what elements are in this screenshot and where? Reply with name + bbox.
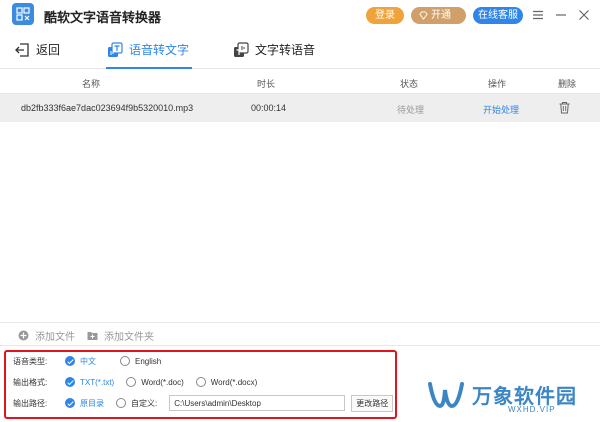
column-name: 名称 — [82, 79, 101, 89]
plus-circle-icon — [18, 330, 29, 341]
tab-text-to-speech[interactable]: 文字转语音 — [233, 30, 315, 69]
format-label: 输出格式: — [13, 377, 48, 387]
table-header: 名称 时长 状态 操作 删除 — [0, 70, 600, 94]
path-label: 输出路径: — [13, 398, 48, 408]
back-label: 返回 — [36, 43, 61, 57]
tab-speech-to-text[interactable]: 语音转文字 — [107, 30, 189, 69]
radio-checked-icon — [65, 398, 75, 408]
column-delete: 删除 — [558, 79, 577, 89]
tab-text-to-speech-label: 文字转语音 — [255, 43, 316, 57]
close-icon[interactable] — [577, 8, 591, 22]
app-logo-icon — [12, 3, 34, 25]
radio-original-dir[interactable]: 原目录 — [65, 398, 104, 409]
online-service-button[interactable]: 在线客服 — [473, 7, 523, 24]
file-status: 待处理 — [397, 105, 425, 115]
radio-unchecked-icon — [195, 377, 206, 387]
radio-doc[interactable]: Word(*.doc) — [126, 377, 184, 387]
file-name: db2fb333f6ae7dac023694f9b5320010.mp3 — [21, 103, 194, 113]
tab-bar: 返回 语音转文字 文字转语音 — [0, 30, 600, 69]
radio-txt[interactable]: TXT(*.txt) — [65, 377, 114, 387]
back-button[interactable]: 返回 — [14, 30, 60, 69]
radio-docx[interactable]: Word(*.docx) — [195, 377, 257, 387]
language-label: 语音类型: — [13, 356, 48, 366]
radio-english[interactable]: English — [120, 356, 161, 366]
trash-icon[interactable] — [558, 101, 571, 114]
menu-icon[interactable] — [531, 8, 545, 22]
vip-button[interactable]: 开通VIP — [411, 7, 466, 38]
app-title: 酷软文字语音转换器 — [44, 10, 162, 25]
column-duration: 时长 — [257, 79, 276, 89]
file-list-area — [0, 122, 600, 320]
active-tab-indicator — [106, 67, 192, 69]
login-button[interactable]: 登录 — [366, 7, 404, 24]
language-option-row: 语音类型: 中文 English — [13, 353, 173, 369]
radio-custom-dir[interactable]: 自定义: — [116, 398, 157, 409]
radio-unchecked-icon — [126, 377, 137, 387]
start-process-link[interactable]: 开始处理 — [483, 103, 519, 116]
text-to-speech-icon — [234, 41, 249, 57]
tab-speech-to-text-label: 语音转文字 — [129, 43, 190, 57]
title-bar: 酷软文字语音转换器 登录 开通VIP 在线客服 — [0, 0, 600, 38]
add-toolbar: 添加文件 添加文件夹 — [0, 322, 600, 346]
output-options-panel: 语音类型: 中文 English 输出格式: TXT(*.txt) Word(*… — [4, 350, 397, 419]
column-status: 状态 — [400, 79, 419, 89]
watermark-subtext: WXHD.VIP — [508, 405, 556, 414]
minimize-icon[interactable] — [554, 8, 568, 22]
back-icon — [15, 42, 29, 57]
table-row[interactable]: db2fb333f6ae7dac023694f9b5320010.mp3 00:… — [0, 94, 600, 122]
radio-chinese[interactable]: 中文 — [65, 356, 96, 367]
speech-to-text-icon — [108, 41, 123, 57]
add-folder-button[interactable]: 添加文件夹 — [87, 328, 154, 343]
radio-checked-icon — [65, 356, 75, 366]
column-action: 操作 — [488, 79, 507, 89]
file-duration: 00:00:14 — [251, 103, 287, 113]
add-file-label: 添加文件 — [35, 332, 75, 343]
radio-unchecked-icon — [116, 398, 126, 408]
change-path-button[interactable]: 更改路径 — [351, 394, 394, 412]
format-option-row: 输出格式: TXT(*.txt) Word(*.doc) Word(*.docx… — [13, 374, 269, 390]
radio-unchecked-icon — [120, 356, 130, 366]
watermark-logo-icon — [428, 382, 464, 409]
folder-plus-icon — [87, 332, 98, 340]
diamond-icon — [419, 11, 428, 20]
radio-checked-icon — [65, 377, 75, 387]
add-file-button[interactable]: 添加文件 — [18, 328, 75, 343]
path-option-row: 输出路径: 原目录 自定义: 更改路径 — [13, 394, 394, 412]
output-path-input[interactable] — [169, 395, 346, 411]
watermark: 万象软件园 WXHD.VIP — [420, 376, 590, 416]
add-folder-label: 添加文件夹 — [104, 332, 154, 343]
